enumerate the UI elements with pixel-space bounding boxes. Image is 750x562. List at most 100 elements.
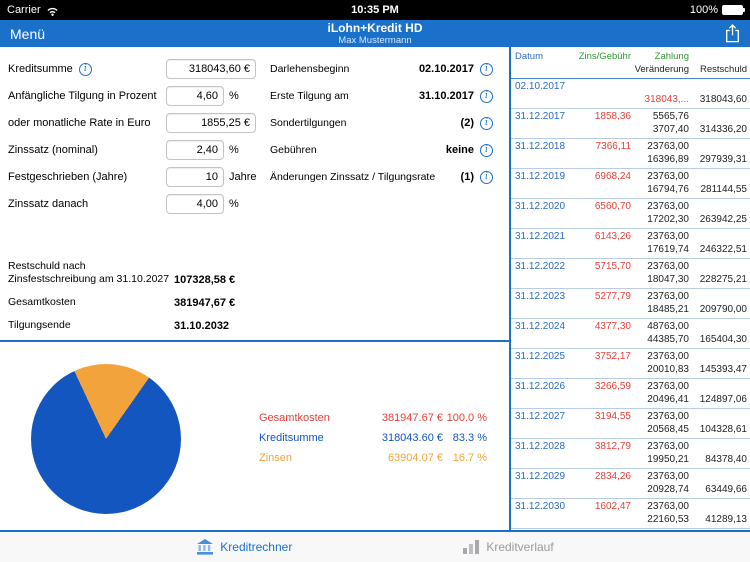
loan-details-column: Darlehensbeginn 02.10.2017 i Erste Tilgung … bbox=[260, 47, 509, 340]
menu-button[interactable]: Menü bbox=[10, 26, 45, 42]
cell-restschuld: 165404,30 bbox=[699, 334, 747, 345]
field-unit: % bbox=[229, 90, 239, 102]
info-icon[interactable]: i bbox=[480, 170, 493, 184]
cell-veraenderung: 17619,74 bbox=[647, 244, 689, 255]
summary-label: Tilgungsende bbox=[8, 319, 71, 331]
table-row[interactable]: 31.12.2022 5715,70 23763,00 18047,30 228275,… bbox=[511, 259, 750, 289]
table-row[interactable]: 31.12.2021 6143,26 23763,00 17619,74 246322,… bbox=[511, 229, 750, 259]
cell-veraenderung: 44385,70 bbox=[647, 334, 689, 345]
legend-percent: 16.7 % bbox=[452, 452, 487, 464]
cell-zins: 1858,36 bbox=[594, 111, 631, 122]
table-row[interactable]: 31.12.2023 5277,79 23763,00 18485,21 209790,… bbox=[511, 289, 750, 319]
cell-restschuld: 41289,13 bbox=[705, 514, 747, 525]
field-input[interactable]: 318043,60 € bbox=[166, 59, 256, 79]
table-row[interactable]: 31.12.2020 6560,70 23763,00 17202,30 263942,… bbox=[511, 199, 750, 229]
field-label: Zinssatz (nominal) bbox=[8, 144, 98, 156]
nav-bar: Menü iLohn+Kredit HD Max Mustermann bbox=[0, 20, 750, 47]
info-icon[interactable]: i bbox=[78, 62, 92, 76]
header-veraenderung: Veränderung bbox=[634, 64, 689, 75]
field-input[interactable]: 4,00 bbox=[166, 194, 224, 214]
field-label: Anfängliche Tilgung in Prozent bbox=[8, 90, 157, 102]
app-screen: Carrier 10:35 PM 100% Menü iLohn+Kredit … bbox=[0, 0, 750, 562]
summary-value: 381947,67 € bbox=[174, 297, 236, 309]
detail-label: Gebühren bbox=[270, 144, 317, 156]
cell-datum: 31.12.2027 bbox=[515, 411, 566, 422]
detail-row: Erste Tilgung am 31.10.2017 i bbox=[270, 86, 493, 106]
loan-parameters-column: Kreditsumme i 318043,60 € Anfängliche Tilgu… bbox=[0, 47, 260, 340]
table-row[interactable]: 31.12.2028 3812,79 23763,00 19950,21 84378,4… bbox=[511, 439, 750, 469]
table-row[interactable]: 31.12.2027 3194,55 23763,00 20568,45 104328,… bbox=[511, 409, 750, 439]
cell-restschuld: 145393,47 bbox=[699, 364, 747, 375]
table-row[interactable]: 31.12.2031 bbox=[511, 529, 750, 530]
cell-zins: 3266,59 bbox=[594, 381, 631, 392]
result-summary: Restschuld nach Zinsfestschreibung am 31… bbox=[8, 260, 256, 332]
cell-zins: 6968,24 bbox=[594, 171, 631, 182]
table-row[interactable]: 31.12.2018 7366,11 23763,00 16396,89 297939,… bbox=[511, 139, 750, 169]
info-icon[interactable]: i bbox=[480, 143, 493, 157]
table-row[interactable]: 31.12.2017 1858,36 5565,76 3707,40 314336,20 bbox=[511, 109, 750, 139]
table-body[interactable]: 02.10.2017 318043,... 318043,60 31.12.2017 1… bbox=[511, 79, 750, 530]
cell-restschuld: 281144,55 bbox=[700, 184, 747, 195]
field-label: Festgeschrieben (Jahre) bbox=[8, 171, 128, 183]
field-input[interactable]: 10 bbox=[166, 167, 224, 187]
field-input[interactable]: 2,40 bbox=[166, 140, 224, 160]
cell-zahlung: 23763,00 bbox=[647, 141, 689, 152]
cell-datum: 31.12.2030 bbox=[515, 501, 566, 512]
cell-restschuld: 297939,31 bbox=[699, 154, 747, 165]
user-name: Max Mustermann bbox=[338, 34, 412, 46]
detail-value: (1) bbox=[460, 171, 474, 183]
table-row[interactable]: 31.12.2026 3266,59 23763,00 20496,41 124897,… bbox=[511, 379, 750, 409]
cell-veraenderung: 18047,30 bbox=[647, 274, 689, 285]
detail-value: 31.10.2017 bbox=[418, 90, 474, 102]
tab-label: Kreditrechner bbox=[220, 540, 293, 554]
tab-kreditrechner[interactable]: Kreditrechner bbox=[196, 539, 292, 555]
field-input[interactable]: 4,60 bbox=[166, 86, 224, 106]
info-icon[interactable]: i bbox=[480, 116, 493, 130]
detail-value: 02.10.2017 bbox=[418, 63, 474, 75]
cell-datum: 31.12.2021 bbox=[515, 231, 566, 242]
cell-datum: 31.12.2024 bbox=[515, 321, 566, 332]
summary-label: Restschuld nach Zinsfestschreibung am 31… bbox=[8, 260, 170, 285]
cell-datum: 31.12.2022 bbox=[515, 261, 566, 272]
cell-veraenderung: 16396,89 bbox=[647, 154, 689, 165]
table-row[interactable]: 31.12.2025 3752,17 23763,00 20010,83 145393,… bbox=[511, 349, 750, 379]
cell-zahlung: 23763,00 bbox=[647, 261, 689, 272]
field-unit: Jahre bbox=[229, 171, 257, 183]
field-label: oder monatliche Rate in Euro bbox=[8, 117, 151, 129]
cell-zahlung: 23763,00 bbox=[647, 441, 689, 452]
summary-row: Gesamtkosten 381947,67 € bbox=[8, 296, 256, 309]
table-row[interactable]: 31.12.2030 1602,47 23763,00 22160,53 41289,1… bbox=[511, 499, 750, 529]
info-icon[interactable]: i bbox=[480, 89, 493, 103]
form-field-row: Zinssatz danach 4,00% bbox=[8, 194, 256, 214]
detail-label: Sondertilgungen bbox=[270, 117, 347, 129]
cell-veraenderung: 22160,53 bbox=[647, 514, 689, 525]
form-field-row: Zinssatz (nominal) 2,40% bbox=[8, 140, 256, 160]
cell-zins: 3194,55 bbox=[594, 411, 631, 422]
clock: 10:35 PM bbox=[351, 4, 399, 16]
cell-zins: 7366,11 bbox=[595, 141, 631, 152]
summary-row: Restschuld nach Zinsfestschreibung am 31… bbox=[8, 260, 256, 286]
share-button[interactable] bbox=[725, 24, 740, 43]
cell-datum: 31.12.2018 bbox=[515, 141, 566, 152]
status-bar: Carrier 10:35 PM 100% bbox=[0, 0, 750, 20]
field-label: Kreditsumme bbox=[8, 63, 73, 75]
detail-label: Darlehensbeginn bbox=[270, 63, 350, 75]
table-row[interactable]: 02.10.2017 318043,... 318043,60 bbox=[511, 79, 750, 109]
summary-value: 31.10.2032 bbox=[174, 320, 230, 332]
bank-calculator-icon bbox=[197, 539, 214, 555]
table-row[interactable]: 31.12.2029 2834,26 23763,00 20928,74 63449,6… bbox=[511, 469, 750, 499]
info-icon[interactable]: i bbox=[480, 62, 493, 76]
tab-kreditverlauf[interactable]: Kreditverlauf bbox=[462, 540, 554, 554]
field-input[interactable]: 1855,25 € bbox=[166, 113, 256, 133]
table-row[interactable]: 31.12.2024 4377,30 48763,00 44385,70 165404,… bbox=[511, 319, 750, 349]
detail-label: Erste Tilgung am bbox=[270, 90, 349, 102]
legend-row: Zinsen 63904.07 € 16.7 % bbox=[259, 448, 487, 468]
cell-zins: 5277,79 bbox=[594, 291, 631, 302]
cell-veraenderung: 18485,21 bbox=[647, 304, 689, 315]
detail-value: (2) bbox=[460, 117, 474, 129]
field-label: Zinssatz danach bbox=[8, 198, 89, 210]
cell-veraenderung: 20568,45 bbox=[647, 424, 689, 435]
table-row[interactable]: 31.12.2019 6968,24 23763,00 16794,76 281144,… bbox=[511, 169, 750, 199]
cell-veraenderung: 17202,30 bbox=[647, 214, 689, 225]
tab-label: Kreditverlauf bbox=[486, 540, 554, 554]
